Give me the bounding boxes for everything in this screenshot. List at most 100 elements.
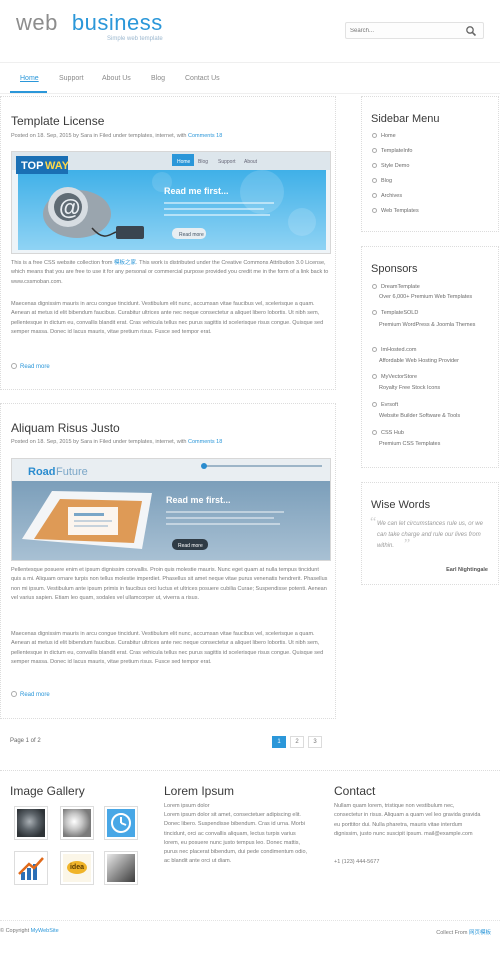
main-navigation: Home Support About Us Blog Contact Us — [0, 62, 500, 94]
banner-tab-home: Home — [177, 159, 191, 165]
sidebar-item-label: Home — [381, 133, 396, 139]
nav-support[interactable]: Support — [59, 75, 84, 82]
site-footer: © Copyright MyWebSite Collect From 网页模板 — [0, 920, 500, 940]
collect-link[interactable]: 网页模板 — [469, 930, 491, 936]
copyright-link[interactable]: MyWebSite — [31, 928, 59, 934]
idea-label: idea — [66, 861, 87, 874]
arrow-circle-icon — [372, 148, 377, 153]
comments-link[interactable]: Comments 18 — [188, 439, 222, 445]
sponsor-link[interactable]: DreamTemplate — [372, 284, 420, 290]
sidebar-menu-box: Sidebar Menu Home TemplateInfo Style Dem… — [361, 96, 499, 232]
sponsor-desc: Royalty Free Stock Icons — [379, 385, 441, 391]
nav-about-us[interactable]: About Us — [102, 75, 131, 82]
contact-title: Contact — [334, 784, 376, 798]
collection-link[interactable]: 模板之家 — [114, 260, 136, 266]
chart-arrow-icon — [18, 857, 44, 880]
gallery-thumb[interactable] — [14, 806, 48, 840]
page-3-button[interactable]: 3 — [308, 736, 322, 748]
roadfuture-banner-graphic: Road Future Read me first... Read more — [12, 459, 330, 560]
comments-link[interactable]: Comments 18 — [188, 133, 222, 139]
post-meta-text: Posted on 18. Sep, 2015 by Sara in Filed… — [11, 133, 187, 139]
sponsor-link[interactable]: CSS Hub — [372, 430, 404, 436]
arrow-circle-icon — [372, 374, 377, 379]
lorem-lead: Lorem ipsum dolor — [164, 803, 210, 809]
page-2-button[interactable]: 2 — [290, 736, 304, 748]
sidebar-item-label: TemplateInfo — [381, 148, 413, 154]
bottom-section: Image Gallery idea Lorem Ipsum Lorem ips… — [0, 770, 500, 900]
gallery-thumb[interactable] — [14, 851, 48, 885]
post-title[interactable]: Template License — [11, 114, 104, 128]
gallery-thumb[interactable] — [104, 851, 138, 885]
search-icon[interactable] — [465, 25, 477, 37]
topway-banner-graphic: TOP WAY Home Blog Support About @ Read m… — [12, 152, 330, 253]
post-text-a: This is a free CSS website collection fr… — [11, 260, 113, 266]
sponsor-name: DreamTemplate — [381, 284, 420, 290]
sponsor-link[interactable]: ImHosted.com — [372, 347, 416, 353]
post-meta: Posted on 18. Sep, 2015 by Sara in Filed… — [11, 439, 222, 445]
collect-from: Collect From 网页模板 — [436, 928, 491, 936]
banner-tab-about: About — [244, 159, 258, 165]
contact-phone: +1 (123) 444-5677 — [334, 859, 380, 865]
sidebar-item-templateinfo[interactable]: TemplateInfo — [372, 148, 413, 154]
banner-tab-blog: Blog — [198, 159, 208, 165]
arrow-circle-icon — [11, 363, 17, 369]
sponsor-name: MyVectorStore — [381, 374, 418, 380]
sponsor-desc: Over 6,000+ Premium Web Templates — [379, 294, 473, 300]
gallery-thumb[interactable] — [104, 806, 138, 840]
arrow-circle-icon — [11, 691, 17, 697]
post-meta-text: Posted on 18. Sep, 2015 by Sara in Filed… — [11, 439, 187, 445]
open-quote-icon: “ — [370, 515, 377, 530]
close-quote-icon: ” — [404, 537, 411, 552]
read-more-link[interactable]: Read more — [11, 363, 50, 370]
banner-brand-a: Road — [28, 466, 56, 478]
sidebar-item-home[interactable]: Home — [372, 133, 396, 139]
nav-contact-us[interactable]: Contact Us — [185, 75, 220, 82]
banner-button: Read more — [179, 232, 204, 238]
post-image-roadfuture: Road Future Read me first... Read more — [11, 458, 331, 561]
post-template-license: Template License Posted on 18. Sep, 2015… — [0, 96, 336, 390]
post-meta: Posted on 18. Sep, 2015 by Sara in Filed… — [11, 133, 222, 139]
nav-active-indicator — [10, 91, 47, 93]
search-input[interactable] — [350, 25, 460, 36]
quote-text: We can let circumstances rule us, or we … — [377, 521, 483, 549]
sidebar-item-blog[interactable]: Blog — [372, 178, 392, 184]
nav-home[interactable]: Home — [20, 75, 39, 82]
copyright: © Copyright MyWebSite — [0, 928, 59, 934]
post-image-topway: TOP WAY Home Blog Support About @ Read m… — [11, 151, 331, 254]
arrow-circle-icon — [372, 310, 377, 315]
sidebar-item-label: Style Demo — [381, 163, 410, 169]
wise-words-title: Wise Words — [371, 499, 431, 511]
sponsor-name: TemplateSOLD — [381, 310, 419, 316]
read-more-link[interactable]: Read more — [11, 691, 50, 698]
sponsor-link[interactable]: TemplateSOLD — [372, 310, 418, 316]
arrow-circle-icon — [372, 133, 377, 138]
sidebar-item-web-templates[interactable]: Web Templates — [372, 208, 419, 214]
sponsor-name: ImHosted.com — [381, 347, 417, 353]
post-paragraph-1: Pellentesque posuere enim et ipsum digni… — [11, 567, 328, 602]
post-title[interactable]: Aliquam Risus Justo — [11, 421, 120, 435]
sponsor-desc: Premium CSS Templates — [379, 441, 441, 447]
arrow-circle-icon — [372, 208, 377, 213]
arrow-circle-icon — [372, 178, 377, 183]
sponsors-box: Sponsors DreamTemplate Over 6,000+ Premi… — [361, 246, 499, 468]
sponsor-link[interactable]: MyVectorStore — [372, 374, 417, 380]
nav-blog[interactable]: Blog — [151, 75, 165, 82]
gallery-thumb[interactable]: idea — [60, 851, 94, 885]
sponsor-link[interactable]: Evrsoft — [372, 402, 398, 408]
banner-brand-b: Future — [56, 466, 88, 478]
site-header: web business Simple web template — [0, 0, 500, 64]
site-slogan: Simple web template — [107, 36, 163, 42]
logo-word-web: web — [16, 10, 58, 35]
site-logo[interactable]: web business — [16, 10, 163, 36]
sidebar-item-style-demo[interactable]: Style Demo — [372, 163, 409, 169]
lorem-text: Lorem ipsum dolor sit amet, consectetuer… — [164, 812, 308, 865]
page-1-button[interactable]: 1 — [272, 736, 286, 748]
sponsor-desc: Premium WordPress & Joomla Themes — [379, 322, 476, 328]
arrow-circle-icon — [372, 163, 377, 168]
sidebar-item-archives[interactable]: Archives — [372, 193, 402, 199]
banner-brand-b: WAY — [45, 160, 70, 172]
sidebar-item-label: Web Templates — [381, 208, 419, 214]
lorem-title: Lorem Ipsum — [164, 784, 235, 798]
gallery-thumb[interactable] — [60, 806, 94, 840]
wise-words-box: Wise Words “ We can let circumstances ru… — [361, 482, 499, 585]
